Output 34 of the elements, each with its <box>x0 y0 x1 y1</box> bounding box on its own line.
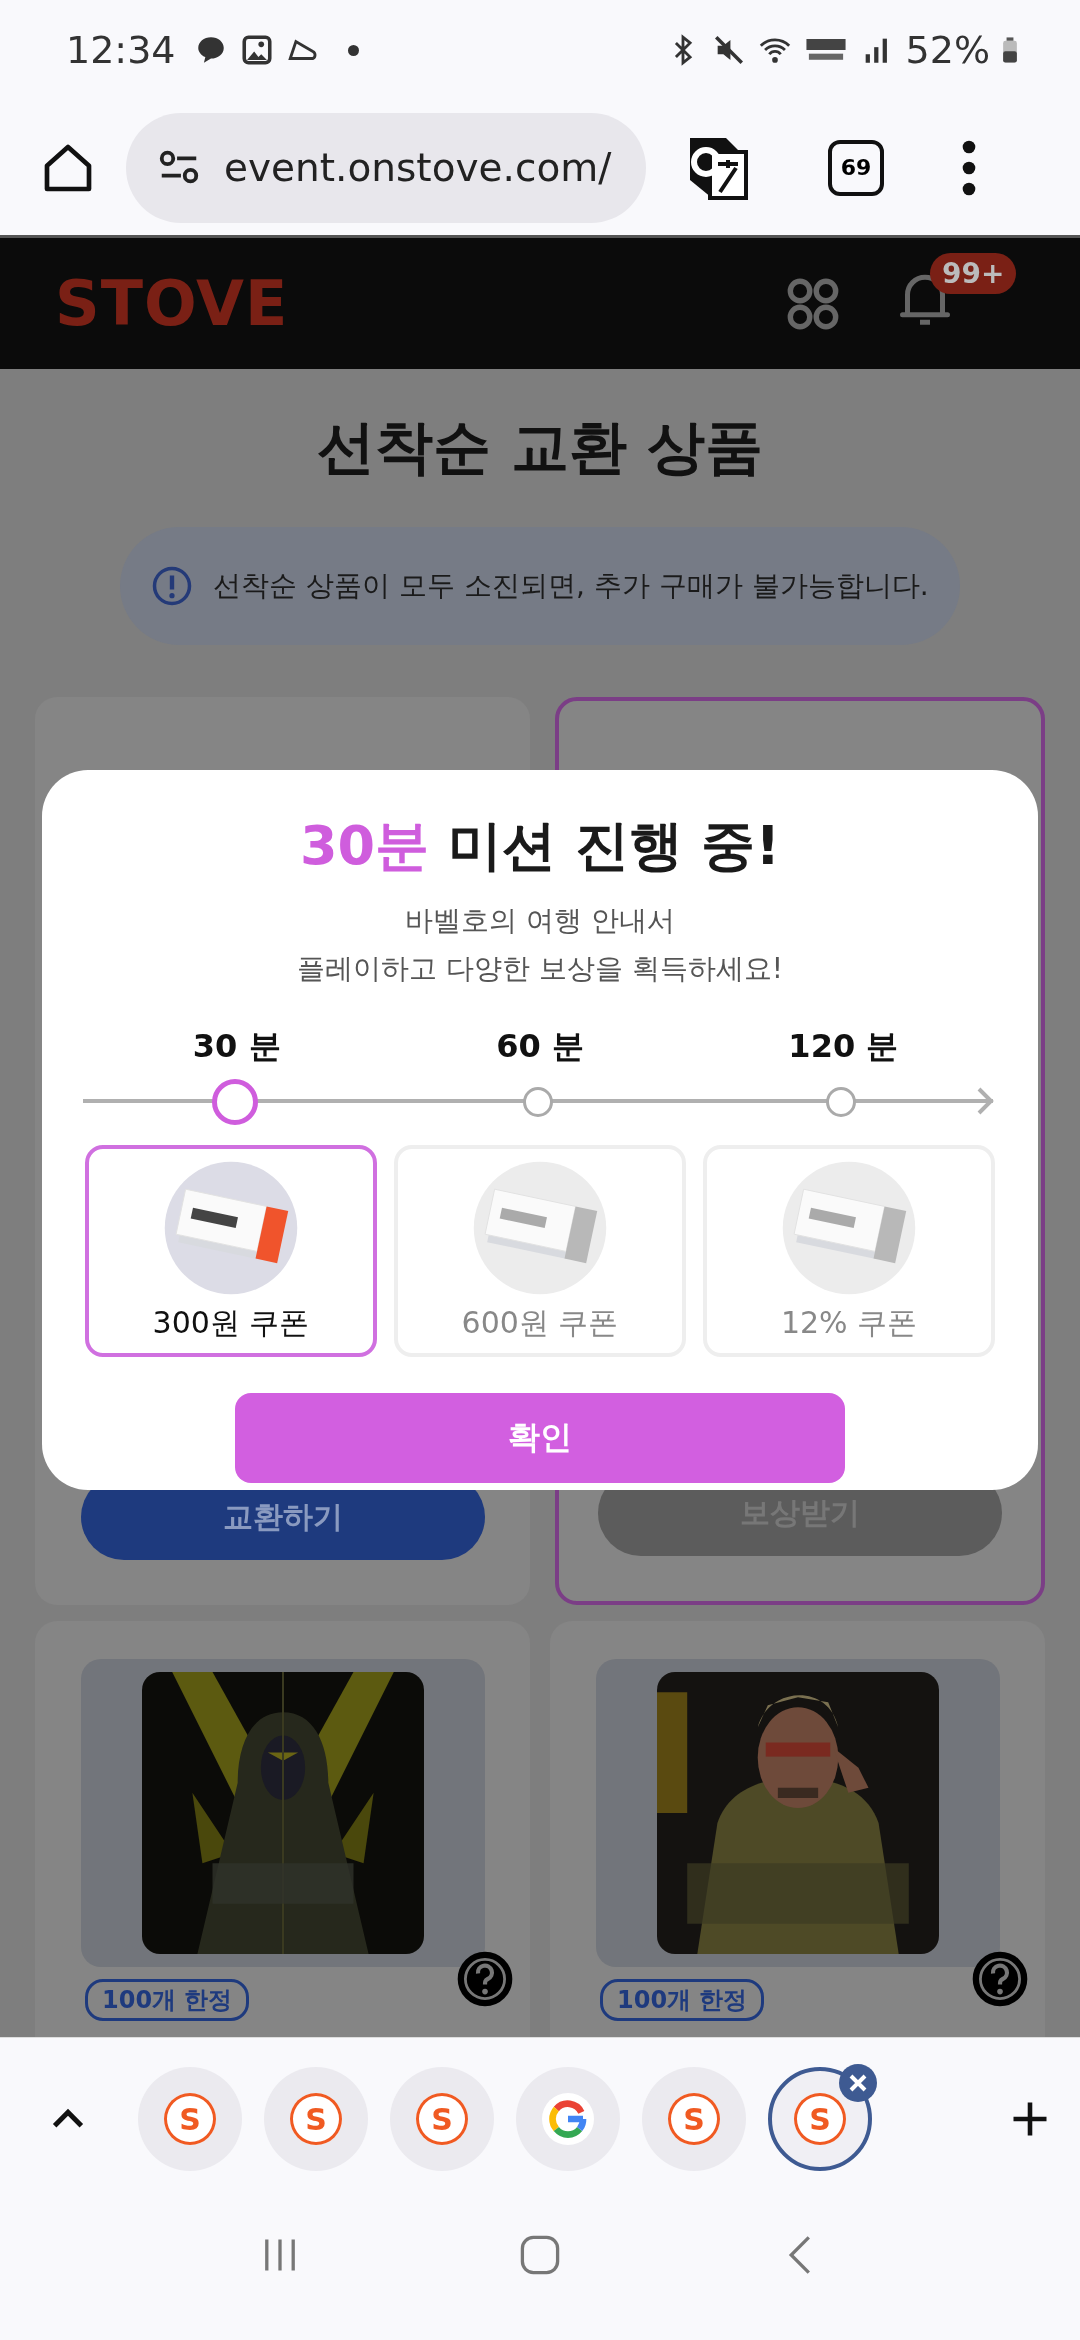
stove-logo[interactable]: STOVE <box>55 267 289 340</box>
limit-tag: 100개 한정 <box>85 1979 250 2021</box>
notification-dot-icon <box>347 44 359 56</box>
info-icon <box>151 565 194 607</box>
notice-text: 선착순 상품이 모두 소진되면, 추가 구매가 불가능합니다. <box>213 568 929 604</box>
browser-tab[interactable]: S <box>642 2067 746 2171</box>
address-bar[interactable]: event.onstove.com/ <box>126 112 646 223</box>
milestone-label: 30 분 <box>192 1026 281 1067</box>
reward-card[interactable]: 600원 쿠폰 <box>394 1145 686 1357</box>
battery-percent: 52% <box>905 28 990 72</box>
browser-tab[interactable]: S <box>138 2067 242 2171</box>
dialog-title: 30분 미션 진행 중! <box>299 813 781 879</box>
page-title: 선착순 교환 상품 <box>316 412 764 483</box>
close-icon[interactable] <box>838 2063 878 2103</box>
apps-icon[interactable] <box>786 276 840 331</box>
battery-icon <box>1002 35 1018 65</box>
dialog-description: 바벨호의 여행 안내서 플레이하고 다양한 보상을 획득하세요! <box>297 903 783 987</box>
browser-tab[interactable]: S <box>264 2067 368 2171</box>
milestone-label: 60 분 <box>496 1026 584 1067</box>
help-icon[interactable] <box>972 1951 1028 2007</box>
home-button-icon[interactable] <box>518 2233 562 2277</box>
image-icon <box>239 33 274 67</box>
multicolor-g-icon <box>542 2093 594 2145</box>
limit-tag: 100개 한정 <box>600 1979 765 2021</box>
tab-count-button[interactable]: 69 <box>828 139 884 196</box>
confirm-button[interactable]: 확인 <box>235 1393 845 1483</box>
reward-card[interactable]: 300원 쿠폰 <box>85 1145 377 1357</box>
help-icon[interactable] <box>457 1951 513 2007</box>
notification-badge: 99+ <box>930 252 1017 294</box>
milestone-label: 120 분 <box>788 1026 899 1067</box>
more-options-icon[interactable] <box>962 139 976 196</box>
reward-card[interactable]: 12% 쿠폰 <box>703 1145 995 1357</box>
status-time: 12:34 <box>66 28 176 72</box>
browser-tab[interactable]: S <box>390 2067 494 2171</box>
